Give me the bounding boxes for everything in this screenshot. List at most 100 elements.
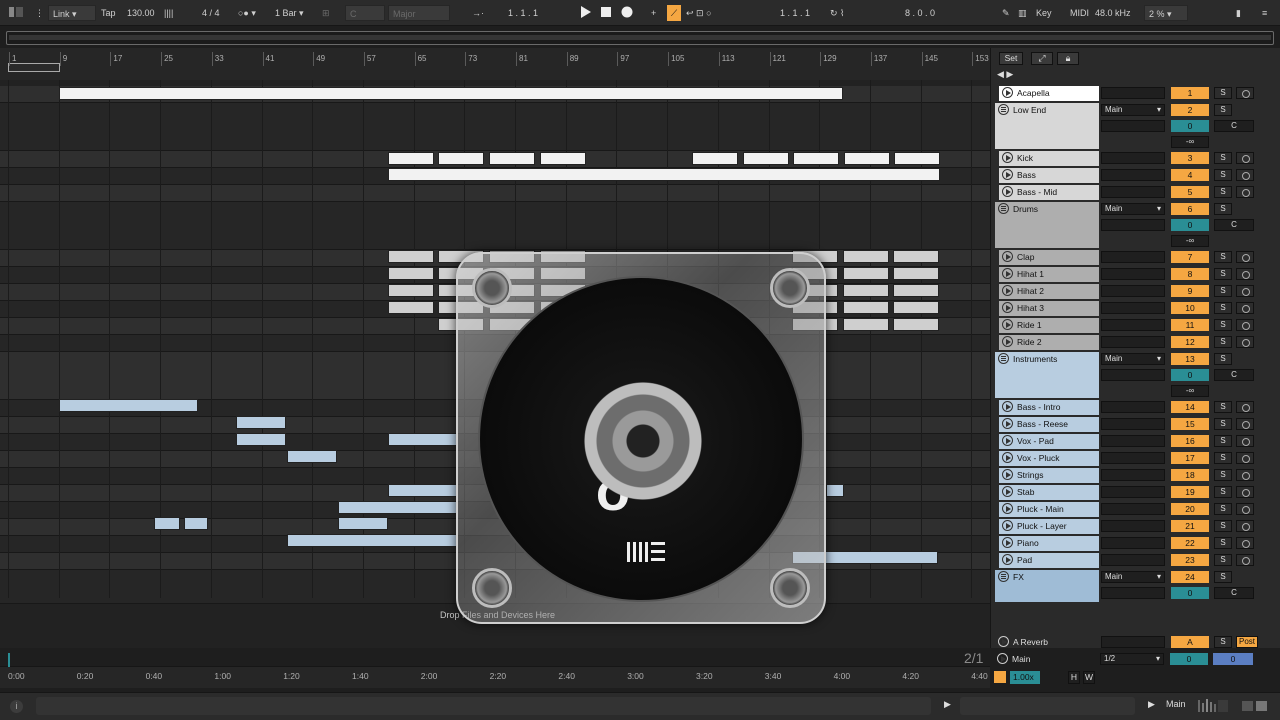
solo-button[interactable]: S	[1214, 152, 1232, 164]
track-row[interactable]: Drums Main ▾ 6 S 0 C -∞	[993, 202, 1279, 250]
solo-button[interactable]: S	[1214, 401, 1232, 413]
solo-button[interactable]: S	[1214, 452, 1232, 464]
track-row[interactable]: Hihat 1 8S	[993, 267, 1279, 284]
quantize-menu[interactable]: 1 Bar ▾	[275, 5, 304, 21]
track-header[interactable]: Acapella	[999, 86, 1099, 101]
draw-mode-icon[interactable]: ✎	[1002, 5, 1010, 21]
play-icon[interactable]	[1002, 268, 1013, 279]
play-icon[interactable]	[1002, 435, 1013, 446]
input-select[interactable]	[1101, 219, 1165, 231]
solo-button[interactable]: S	[1214, 169, 1232, 181]
play-icon[interactable]	[580, 5, 592, 21]
keyboard-icon[interactable]: ▥	[1018, 5, 1027, 21]
play-icon[interactable]	[1002, 169, 1013, 180]
output-select[interactable]	[1101, 152, 1165, 164]
track-row[interactable]: Stab 19 S	[993, 485, 1279, 502]
clip[interactable]	[743, 152, 789, 165]
key-select[interactable]: C	[345, 5, 385, 21]
solo-button[interactable]: S	[1214, 435, 1232, 447]
group-fold-icon[interactable]	[998, 353, 1009, 364]
arm-button[interactable]	[1236, 169, 1254, 181]
clip[interactable]	[388, 250, 434, 263]
pan-field[interactable]: C	[1214, 120, 1254, 132]
loop-start-field[interactable]: 1 . 1 . 1	[780, 5, 810, 21]
output-select[interactable]	[1101, 537, 1165, 549]
output-select[interactable]	[1101, 401, 1165, 413]
play-icon[interactable]	[1002, 87, 1013, 98]
clip[interactable]	[236, 433, 286, 446]
play-icon[interactable]	[1002, 401, 1013, 412]
clip[interactable]	[489, 152, 535, 165]
track-row[interactable]: Bass - Intro 14 S	[993, 400, 1279, 417]
group-fold-icon[interactable]	[998, 571, 1009, 582]
output-select[interactable]	[1101, 87, 1165, 99]
solo-button[interactable]: S	[1214, 353, 1232, 365]
arm-button[interactable]	[1236, 435, 1254, 447]
clip[interactable]	[154, 517, 180, 530]
arm-button[interactable]	[1236, 452, 1254, 464]
track-header[interactable]: Instruments	[995, 352, 1099, 398]
arrangement-lane[interactable]	[0, 103, 990, 151]
track-header[interactable]: Piano	[999, 536, 1099, 551]
output-select[interactable]	[1101, 503, 1165, 515]
track-row[interactable]: Pluck - Main 20 S	[993, 502, 1279, 519]
output-select[interactable]	[1101, 435, 1165, 447]
play-icon[interactable]	[997, 653, 1008, 664]
menu-icon[interactable]: ≡	[1262, 5, 1267, 21]
track-activator-button[interactable]: 24	[1171, 571, 1209, 583]
play-icon[interactable]	[1002, 554, 1013, 565]
arm-button[interactable]	[1236, 319, 1254, 331]
output-select[interactable]	[1101, 418, 1165, 430]
metronome-toggle-icon[interactable]: ○● ▾	[238, 5, 256, 21]
clip[interactable]	[844, 152, 890, 165]
group-fold-icon[interactable]	[998, 104, 1009, 115]
scale-icon[interactable]: ⊞	[322, 5, 330, 21]
automation-arm-icon[interactable]: ⟋	[667, 5, 681, 21]
tempo-field[interactable]: 130.00	[127, 5, 155, 21]
output-select[interactable]	[1101, 452, 1165, 464]
arm-button[interactable]	[1236, 285, 1254, 297]
track-header[interactable]: Hihat 2	[999, 284, 1099, 299]
play-icon[interactable]	[1002, 302, 1013, 313]
solo-button[interactable]: S	[1214, 285, 1232, 297]
arm-button[interactable]	[1236, 336, 1254, 348]
midi-map-button[interactable]: MIDI	[1070, 5, 1089, 21]
play-icon[interactable]	[1002, 319, 1013, 330]
output-select[interactable]	[1101, 336, 1165, 348]
volume-field[interactable]: 0	[1171, 120, 1209, 132]
track-row[interactable]: Hihat 3 10 S	[993, 301, 1279, 318]
track-row[interactable]: Bass - Mid 5 S	[993, 185, 1279, 202]
track-row[interactable]: FX Main ▾ 24 S 0 C	[993, 570, 1279, 604]
track-activator-button[interactable]: 1	[1171, 87, 1209, 99]
clip[interactable]	[59, 399, 198, 412]
volume-field[interactable]: 0	[1171, 587, 1209, 599]
clip[interactable]	[287, 450, 337, 463]
arm-button[interactable]	[1236, 251, 1254, 263]
track-header[interactable]: Main	[994, 652, 1090, 666]
clip[interactable]	[894, 152, 940, 165]
track-row[interactable]: Bass 4 S	[993, 168, 1279, 185]
clip[interactable]	[843, 318, 889, 331]
output-select[interactable]: Main ▾	[1101, 104, 1165, 116]
clip[interactable]	[893, 284, 939, 297]
solo-button[interactable]: S	[1214, 319, 1232, 331]
lock-icon[interactable]: 🔒︎	[1057, 52, 1079, 65]
clip[interactable]	[692, 152, 738, 165]
solo-button[interactable]: S	[1214, 554, 1232, 566]
clip[interactable]	[893, 267, 939, 280]
solo-button[interactable]: S	[1214, 251, 1232, 263]
arm-button[interactable]	[1236, 418, 1254, 430]
output-select[interactable]	[1101, 186, 1165, 198]
loop-brace[interactable]	[8, 63, 60, 72]
track-row[interactable]: Strings 18 S	[993, 468, 1279, 485]
track-activator-button[interactable]: 21	[1171, 520, 1209, 532]
output-select[interactable]	[1101, 636, 1165, 648]
solo-button[interactable]: S	[1214, 268, 1232, 280]
output-select[interactable]	[1101, 319, 1165, 331]
pan-field[interactable]: C	[1214, 369, 1254, 381]
send-letter[interactable]: A	[1171, 636, 1209, 648]
track-row[interactable]: Low End Main ▾ 2 S 0 C -∞	[993, 103, 1279, 151]
solo-button[interactable]: S	[1214, 520, 1232, 532]
clip[interactable]	[184, 517, 208, 530]
output-select[interactable]	[1101, 469, 1165, 481]
